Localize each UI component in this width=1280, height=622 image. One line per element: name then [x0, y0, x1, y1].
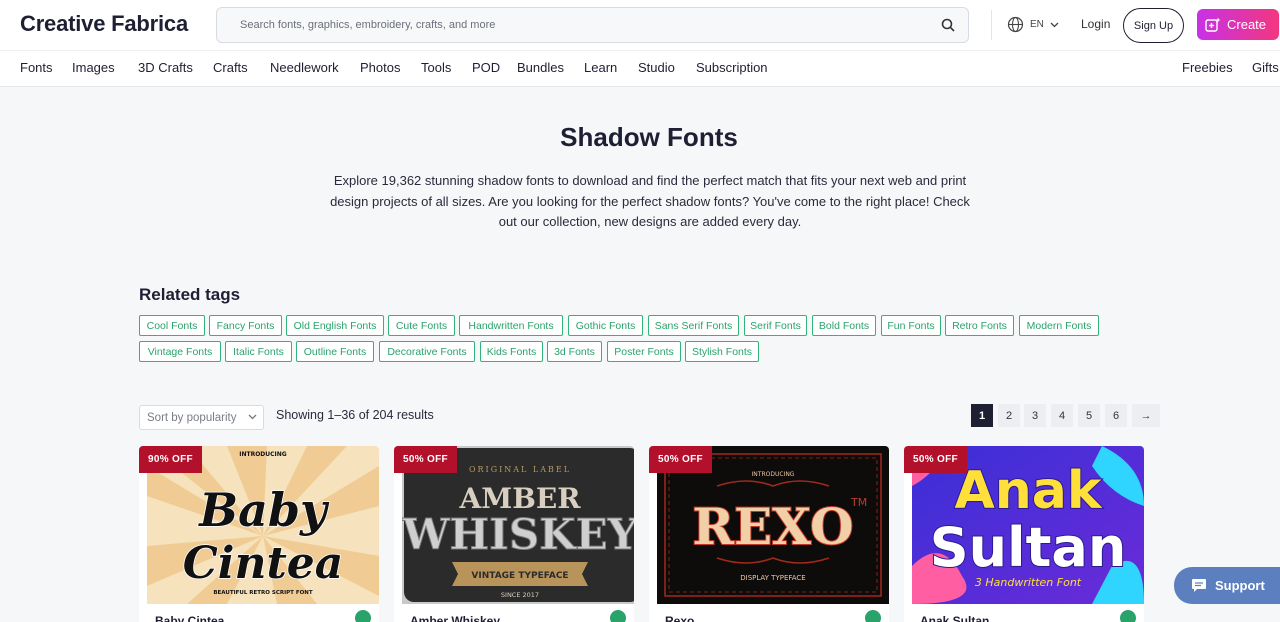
header-divider	[991, 10, 992, 40]
art-line1: Anak	[955, 461, 1103, 521]
tag-fun-fonts[interactable]: Fun Fonts	[881, 315, 941, 336]
art-year-text: SINCE 2017	[501, 591, 539, 599]
support-label: Support	[1215, 578, 1265, 593]
tag-fancy-fonts[interactable]: Fancy Fonts	[209, 315, 282, 336]
nav-crafts[interactable]: Crafts	[213, 60, 248, 75]
results-count: Showing 1–36 of 204 results	[276, 408, 434, 422]
tag-modern-fonts[interactable]: Modern Fonts	[1019, 315, 1099, 336]
sort-value: Sort by popularity	[147, 411, 237, 424]
tag-decorative-fonts[interactable]: Decorative Fonts	[379, 341, 475, 362]
login-link[interactable]: Login	[1081, 17, 1110, 31]
tag-gothic-fonts[interactable]: Gothic Fonts	[568, 315, 643, 336]
art-title: REXO	[692, 497, 853, 556]
page-next-arrow[interactable]: →	[1132, 404, 1160, 427]
tag-cute-fonts[interactable]: Cute Fonts	[388, 315, 455, 336]
nav-images[interactable]: Images	[72, 60, 115, 75]
art-top-text: INTRODUCING	[239, 451, 287, 458]
discount-badge: 90% OFF	[139, 446, 202, 473]
chevron-down-icon	[248, 414, 257, 420]
tag-3d-fonts[interactable]: 3d Fonts	[547, 341, 602, 362]
art-line2: WHISKEY	[402, 510, 634, 559]
nav-freebies[interactable]: Freebies	[1182, 60, 1233, 75]
page-4[interactable]: 4	[1051, 404, 1073, 427]
nav-needlework[interactable]: Needlework	[270, 60, 339, 75]
nav-studio[interactable]: Studio	[638, 60, 675, 75]
page-1[interactable]: 1	[971, 404, 993, 427]
create-label: Create	[1227, 17, 1267, 32]
site-logo[interactable]: Creative Fabrica	[20, 11, 188, 37]
tag-poster-fonts[interactable]: Poster Fonts	[607, 341, 681, 362]
tag-serif-fonts[interactable]: Serif Fonts	[744, 315, 807, 336]
tag-stylish-fonts[interactable]: Stylish Fonts	[685, 341, 759, 362]
related-tags-heading: Related tags	[139, 285, 241, 304]
globe-icon	[1007, 16, 1024, 33]
search-icon[interactable]	[941, 18, 955, 32]
art-line2: Sultan	[930, 516, 1127, 579]
tag-cool-fonts[interactable]: Cool Fonts	[139, 315, 205, 336]
product-name[interactable]: Baby Cintea	[155, 614, 224, 622]
product-name[interactable]: Anak Sultan	[920, 614, 989, 622]
page-3[interactable]: 3	[1024, 404, 1046, 427]
product-name[interactable]: Rexo	[665, 614, 694, 622]
art-sub-text: DISPLAY TYPEFACE	[740, 574, 805, 582]
nav-learn[interactable]: Learn	[584, 60, 617, 75]
discount-badge: 50% OFF	[904, 446, 967, 473]
tag-kids-fonts[interactable]: Kids Fonts	[480, 341, 543, 362]
tag-old-english-fonts[interactable]: Old English Fonts	[286, 315, 384, 336]
page-6[interactable]: 6	[1105, 404, 1127, 427]
create-button[interactable]: Create	[1197, 9, 1279, 40]
top-bar: Creative Fabrica EN Login Sign Up Create	[0, 0, 1280, 50]
nav-fonts[interactable]: Fonts	[20, 60, 53, 75]
product-card[interactable]: 50% OFF Anak Sultan 3 Handwritten Font A…	[904, 446, 1144, 622]
nav-3d-crafts[interactable]: 3D Crafts	[138, 60, 193, 75]
search-input[interactable]	[217, 8, 968, 42]
language-label: EN	[1030, 19, 1044, 30]
svg-text:Cintea: Cintea	[183, 538, 344, 589]
nav-bundles[interactable]: Bundles	[517, 60, 564, 75]
sort-select[interactable]: Sort by popularity	[139, 405, 264, 430]
check-circle-icon	[355, 610, 371, 622]
check-circle-icon	[865, 610, 881, 622]
main-nav: Fonts Images 3D Crafts Crafts Needlework…	[0, 50, 1280, 87]
search-bar[interactable]	[216, 7, 969, 43]
page-description: Explore 19,362 stunning shadow fonts to …	[330, 173, 970, 229]
svg-text:Baby: Baby	[197, 483, 330, 537]
discount-badge: 50% OFF	[649, 446, 712, 473]
chevron-down-icon	[1050, 22, 1059, 27]
language-selector[interactable]: EN	[1007, 16, 1059, 33]
signup-button[interactable]: Sign Up	[1123, 8, 1184, 43]
discount-badge: 50% OFF	[394, 446, 457, 473]
nav-photos[interactable]: Photos	[360, 60, 400, 75]
tag-sans-serif-fonts[interactable]: Sans Serif Fonts	[648, 315, 739, 336]
art-sub-text: BEAUTIFUL RETRO SCRIPT FONT	[213, 590, 313, 596]
tag-handwritten-fonts[interactable]: Handwritten Fonts	[459, 315, 563, 336]
nav-subscription[interactable]: Subscription	[696, 60, 768, 75]
product-card[interactable]: 50% OFF ORIGINAL LABEL AMBER WHISKEY VIN…	[394, 446, 634, 622]
tag-retro-fonts[interactable]: Retro Fonts	[945, 315, 1014, 336]
art-sub-text: VINTAGE TYPEFACE	[471, 571, 568, 581]
page-title: Shadow Fonts	[560, 122, 738, 152]
magic-plus-icon	[1205, 17, 1221, 32]
page-2[interactable]: 2	[998, 404, 1020, 427]
chat-bubble-icon	[1192, 579, 1206, 592]
tag-outline-fonts[interactable]: Outline Fonts	[296, 341, 374, 362]
product-card[interactable]: 50% OFF INTRODUCING REXO TM DISPLAY TYPE…	[649, 446, 889, 622]
art-top-text: ORIGINAL LABEL	[469, 465, 571, 474]
nav-gifts[interactable]: Gifts	[1252, 60, 1279, 75]
check-circle-icon	[610, 610, 626, 622]
tag-italic-fonts[interactable]: Italic Fonts	[225, 341, 292, 362]
tag-bold-fonts[interactable]: Bold Fonts	[812, 315, 876, 336]
support-button[interactable]: Support	[1174, 567, 1280, 604]
nav-tools[interactable]: Tools	[421, 60, 451, 75]
tag-vintage-fonts[interactable]: Vintage Fonts	[139, 341, 221, 362]
product-card[interactable]: 90% OFF INTRODUCING Baby Cintea BEAUTIFU…	[139, 446, 379, 622]
check-circle-icon	[1120, 610, 1136, 622]
nav-pod[interactable]: POD	[472, 60, 500, 75]
art-trademark: TM	[850, 496, 867, 509]
art-sub-text: 3 Handwritten Font	[975, 576, 1082, 589]
art-top-text: INTRODUCING	[752, 471, 795, 478]
product-name[interactable]: Amber Whiskey	[410, 614, 500, 622]
page-5[interactable]: 5	[1078, 404, 1100, 427]
